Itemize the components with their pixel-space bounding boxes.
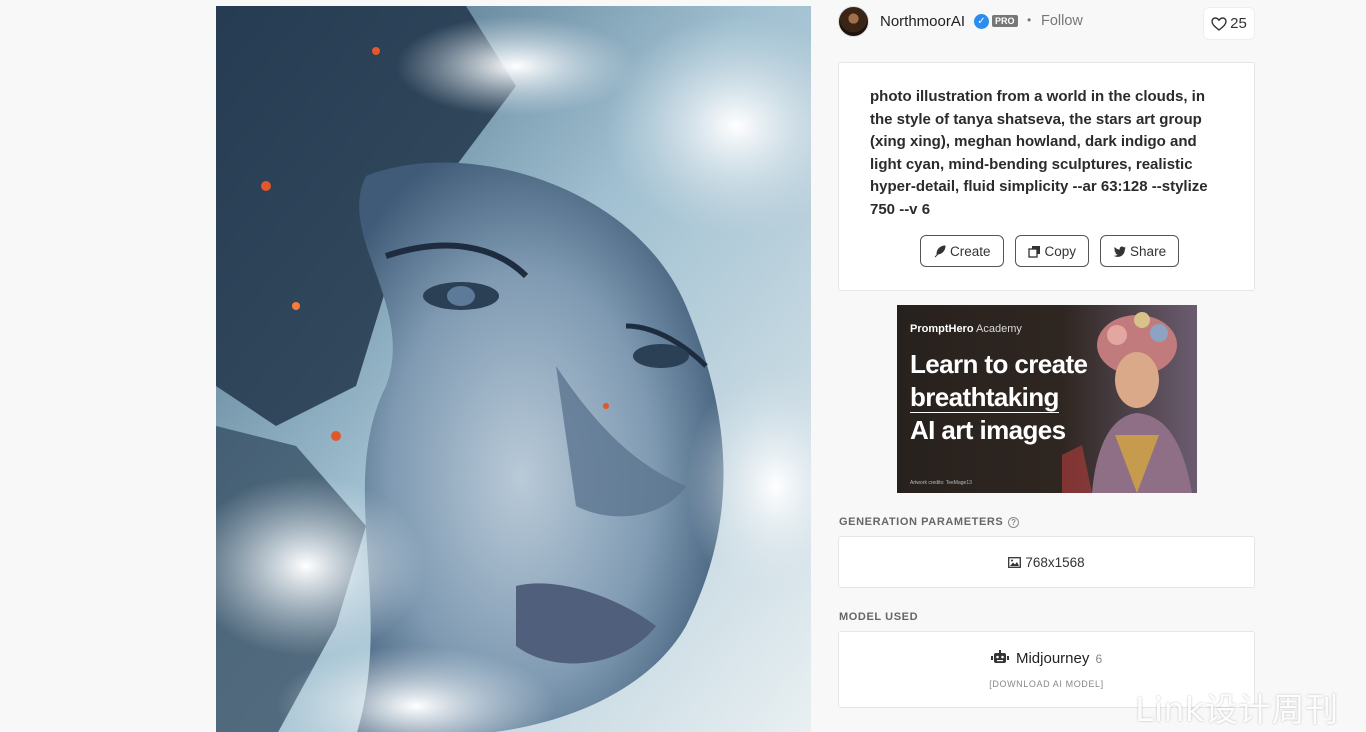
model-line: Midjourney 6 (839, 650, 1254, 667)
avatar[interactable] (838, 6, 869, 37)
generated-artwork-image[interactable] (216, 6, 811, 732)
heart-icon (1211, 16, 1227, 31)
author-name[interactable]: NorthmoorAI (880, 13, 965, 30)
author-row: NorthmoorAI ✓ PRO • Follow 25 (838, 6, 1256, 40)
banner-headline-line3: AI art images (910, 415, 1066, 445)
prompt-actions: Create Copy Share (920, 235, 1180, 267)
twitter-bird-icon (1113, 245, 1126, 257)
banner-headline-line1: Learn to create (910, 349, 1088, 379)
academy-ad-banner[interactable]: PromptHero Academy Learn to create breat… (897, 305, 1197, 493)
dimensions-value: 768x1568 (1025, 554, 1085, 570)
create-button[interactable]: Create (920, 235, 1004, 267)
watermark: Link设计周刊 (1135, 690, 1339, 729)
page: NorthmoorAI ✓ PRO • Follow 25 photo illu… (0, 0, 1366, 732)
image-icon (1008, 556, 1022, 568)
model-version: 6 (1095, 652, 1103, 666)
share-button[interactable]: Share (1100, 235, 1180, 267)
banner-headline: Learn to create breathtaking AI art imag… (910, 348, 1110, 447)
banner-credit: Artwork credits: TeeMage13 (910, 480, 972, 486)
artwork-illustration (216, 6, 811, 732)
banner-brand-bold: PromptHero (910, 323, 974, 335)
model-name[interactable]: Midjourney (1016, 650, 1089, 667)
pro-badge: PRO (992, 15, 1018, 27)
copy-button[interactable]: Copy (1014, 235, 1090, 267)
verified-check-icon: ✓ (974, 14, 989, 29)
like-button[interactable]: 25 (1203, 7, 1255, 40)
copy-label: Copy (1044, 243, 1077, 259)
model-used-heading: MODEL USED (839, 611, 919, 623)
robot-icon (990, 650, 1009, 663)
generation-parameters-heading: GENERATION PARAMETERS? (839, 516, 1020, 528)
prompt-card: photo illustration from a world in the c… (838, 62, 1255, 291)
generation-parameters-label: GENERATION PARAMETERS (839, 516, 1004, 528)
copy-icon (1027, 245, 1040, 258)
help-icon[interactable]: ? (1008, 517, 1020, 528)
prompt-text: photo illustration from a world in the c… (870, 88, 1208, 218)
banner-brand: PromptHero Academy (910, 323, 1022, 335)
dimensions-box: 768x1568 (838, 536, 1255, 588)
share-label: Share (1130, 243, 1167, 259)
banner-headline-line2: breathtaking (910, 382, 1059, 413)
feather-icon (934, 244, 946, 257)
create-label: Create (950, 243, 991, 259)
banner-brand-light: Academy (976, 323, 1022, 335)
follow-link[interactable]: Follow (1041, 13, 1083, 29)
separator-dot: • (1027, 13, 1032, 27)
details-column: NorthmoorAI ✓ PRO • Follow 25 photo illu… (838, 0, 1256, 732)
like-count: 25 (1230, 15, 1247, 32)
